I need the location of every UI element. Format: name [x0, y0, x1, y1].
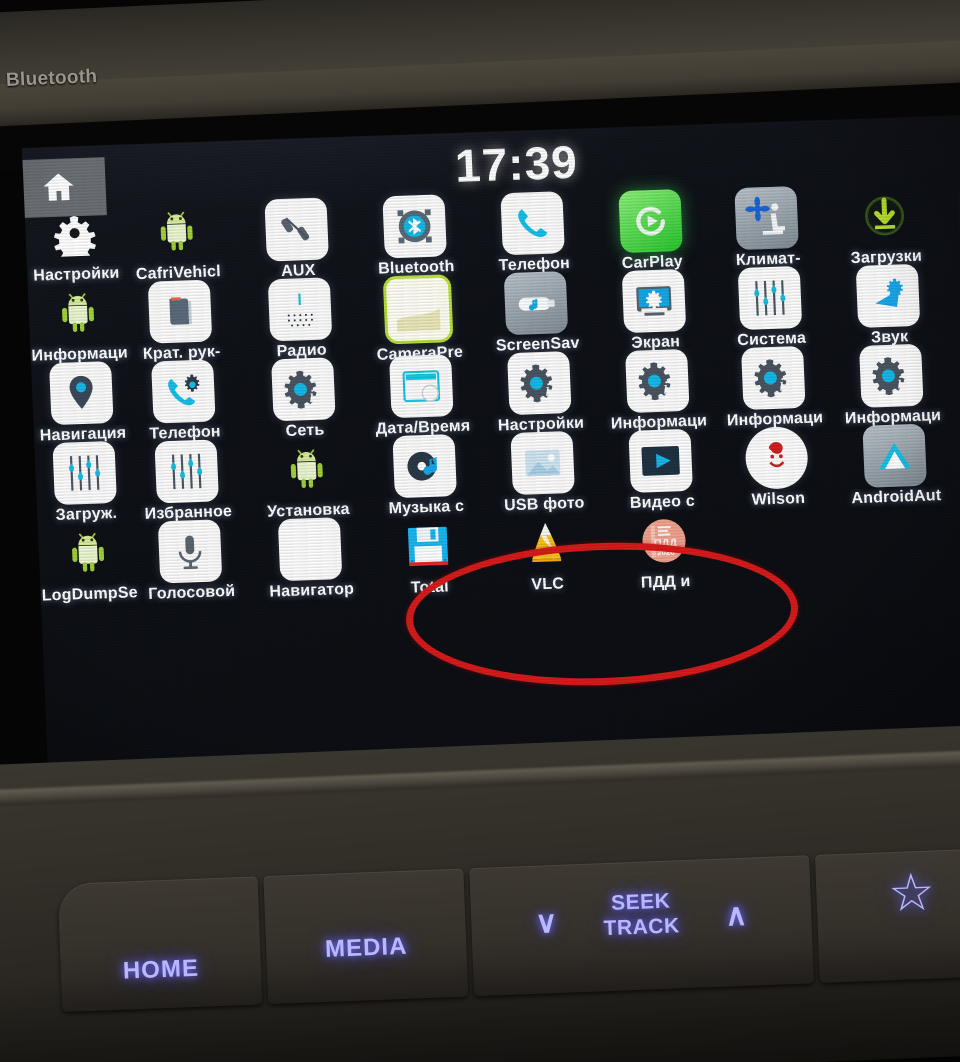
aux-plug-icon[interactable]	[264, 197, 329, 262]
app-icon-cell[interactable]: Экран	[594, 268, 715, 354]
app-icon-label: LogDumpSe	[41, 584, 139, 605]
status-clock: 17:39	[454, 135, 579, 192]
gear-info-icon[interactable]: i	[859, 343, 924, 408]
sound-cone-icon[interactable]	[855, 263, 921, 328]
app-icon-cell[interactable]: Дата/Время	[361, 353, 482, 439]
svg-text:i: i	[309, 386, 315, 407]
app-icon-cell[interactable]: CarPlay	[590, 188, 711, 274]
app-icon-cell[interactable]: ScreenSav	[476, 270, 597, 356]
carplay-icon[interactable]	[618, 189, 683, 254]
display-settings-icon[interactable]	[621, 268, 687, 334]
sliders-icon[interactable]	[52, 440, 117, 506]
app-icon-label: Ca	[949, 484, 960, 506]
svg-text:i: i	[896, 372, 902, 393]
app-icon-cell[interactable]: AUX	[236, 196, 357, 282]
app-icon-cell[interactable]: USB фото	[482, 430, 603, 516]
app-icon-cell[interactable]: Подс	[940, 260, 960, 346]
chevron-up-icon[interactable]: ∧	[725, 898, 748, 934]
photo-icon[interactable]	[510, 430, 575, 496]
app-icon-label: Wilson	[751, 489, 806, 509]
app-icon-cell[interactable]: Видео с	[600, 428, 721, 514]
bluetooth-icon[interactable]	[382, 194, 447, 259]
touchscreen-display[interactable]: 17:39 Настройки CafriVehicl AUX Bluetooth Те…	[22, 114, 960, 773]
microphone-icon[interactable]	[157, 519, 223, 584]
app-icon-cell[interactable]: Звук	[828, 263, 949, 349]
app-icon-cell[interactable]: iP	[936, 180, 960, 266]
phone-settings-icon[interactable]	[151, 359, 216, 424]
app-icon-label	[946, 404, 960, 408]
manual-book-icon[interactable]	[147, 279, 213, 344]
android-auto-icon[interactable]	[862, 423, 927, 488]
gear-info-icon[interactable]: i	[271, 357, 336, 422]
wilson-icon[interactable]	[744, 425, 809, 490]
app-icon-cell[interactable]: Крат. рук-	[120, 279, 241, 365]
app-icon-cell[interactable]: Система	[710, 265, 831, 351]
video-play-icon[interactable]	[628, 428, 693, 493]
gear-info-icon[interactable]: i	[625, 348, 690, 414]
hardware-media-label: MEDIA	[324, 932, 408, 963]
radio-dial-icon[interactable]	[267, 277, 333, 342]
gear-icon[interactable]	[42, 201, 107, 265]
app-icon-label: Навигатор	[269, 580, 355, 601]
app-icon-cell[interactable]: CafriVehicl	[116, 199, 237, 285]
svg-text:i: i	[662, 378, 668, 399]
camera-preview-icon[interactable]	[382, 274, 454, 345]
android-icon[interactable]	[274, 437, 339, 501]
sliders-icon[interactable]	[154, 439, 219, 504]
app-icon-cell[interactable]: CameraPre	[358, 273, 480, 365]
usb-music-icon[interactable]	[503, 271, 569, 336]
app-icon-cell[interactable]: i Информаци	[831, 343, 952, 429]
app-icon-cell[interactable]: Голосовой	[130, 518, 251, 604]
app-icon-cell[interactable]: i Информаци	[713, 345, 834, 431]
svg-text:i: i	[778, 374, 784, 395]
map-pin-icon[interactable]	[49, 361, 114, 426]
android-icon[interactable]	[56, 521, 121, 585]
app-icon-cell[interactable]: Климат-	[706, 185, 827, 271]
app-icon-cell[interactable]: Радио	[240, 276, 361, 362]
app-icon-cell[interactable]: Bluetooth	[354, 193, 475, 279]
star-icon: ☆	[887, 863, 936, 924]
gear-info-icon[interactable]: i	[741, 345, 806, 410]
app-icon-cell[interactable]: Избранное	[126, 438, 247, 524]
download-icon[interactable]	[852, 184, 917, 248]
app-icon-cell[interactable]: Загрузки	[824, 183, 945, 269]
phone-icon[interactable]	[500, 191, 565, 256]
car-head-unit-photo: Bluetooth 17:39 Настройки CafriVehicl AUX B…	[0, 0, 960, 1062]
app-icon-cell[interactable]: Ca	[946, 420, 960, 506]
app-icon-label: AndroidAut	[851, 487, 942, 508]
blank-icon[interactable]	[277, 517, 343, 582]
app-icon-cell[interactable]: AndroidAut	[834, 423, 955, 509]
music-disc-icon[interactable]	[392, 434, 457, 499]
svg-text:i: i	[544, 380, 550, 401]
app-icon-cell[interactable]: Телефон	[472, 190, 593, 276]
climate-seat-icon[interactable]	[734, 185, 799, 251]
android-icon[interactable]	[46, 281, 111, 345]
app-icon-cell[interactable]: Wilson	[716, 425, 837, 511]
android-icon[interactable]	[144, 200, 209, 264]
app-icon-cell[interactable]: i Настройки	[479, 350, 600, 436]
app-icon-cell[interactable]: Музыка с	[364, 433, 485, 519]
app-icon-cell[interactable]: Телефон	[123, 358, 244, 444]
app-icon-cell[interactable]: Установка	[246, 436, 367, 522]
app-icon-cell[interactable]	[943, 340, 960, 408]
app-icon-label: Голосовой	[148, 582, 236, 603]
bluetooth-embossed-label: Bluetooth	[5, 66, 98, 91]
datetime-icon[interactable]	[389, 354, 454, 419]
gear-info-icon[interactable]: i	[507, 351, 572, 416]
app-icon-cell[interactable]: i Сеть	[243, 356, 364, 442]
app-icon-cell[interactable]: i Информаци	[597, 348, 718, 434]
floppy-disk-icon[interactable]	[396, 514, 461, 578]
sliders-icon[interactable]	[737, 265, 803, 331]
app-icon-cell[interactable]: Навигатор	[250, 516, 371, 602]
